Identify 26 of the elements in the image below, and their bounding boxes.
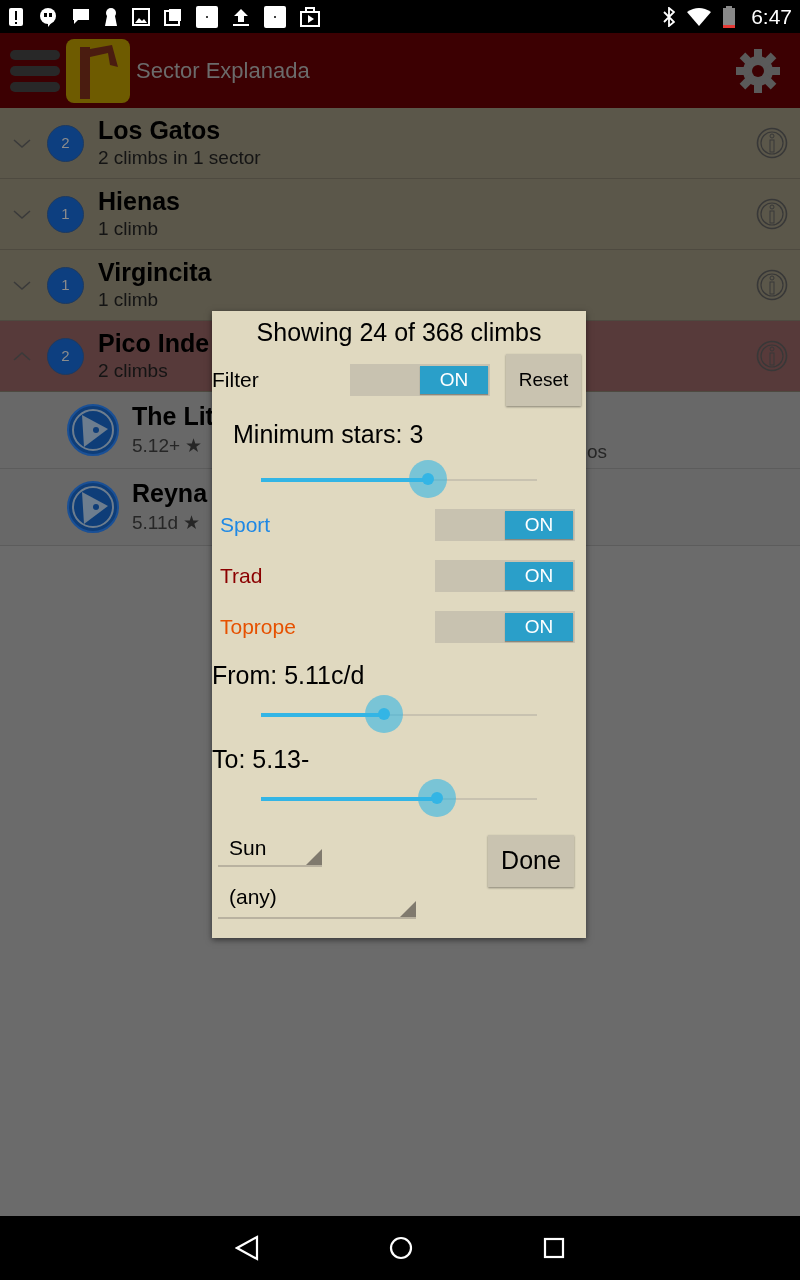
status-time: 6:47 bbox=[751, 3, 792, 30]
area-subtitle: 2 climbs in 1 sector bbox=[98, 146, 261, 170]
type-label: Trad bbox=[220, 563, 264, 590]
filter-label: Filter bbox=[212, 367, 260, 394]
type-label: Sport bbox=[220, 512, 272, 539]
app-title: Sector Explanada bbox=[136, 57, 311, 85]
climb-name: The Lit bbox=[132, 401, 214, 432]
area-name: Pico Inde bbox=[98, 328, 210, 358]
climb-meta-tail: os bbox=[587, 440, 608, 464]
count-badge: 2 bbox=[47, 124, 84, 162]
from-label: From: 5.11c/d bbox=[212, 659, 366, 691]
area-subtitle: 2 climbs bbox=[98, 359, 168, 383]
climb-meta: 5.11d ★ bbox=[132, 511, 202, 535]
count-badge: 1 bbox=[47, 195, 84, 233]
area-name: Virgincita bbox=[98, 257, 212, 287]
stars-label: Minimum stars: 3 bbox=[233, 419, 425, 450]
count-badge: 1 bbox=[47, 266, 84, 304]
area-name: Los Gatos bbox=[98, 115, 221, 145]
area-subtitle: 1 climb bbox=[98, 288, 159, 312]
type-label: Toprope bbox=[220, 614, 297, 641]
area-name: Hienas bbox=[98, 186, 180, 216]
area-subtitle: 1 climb bbox=[98, 217, 159, 241]
count-badge: 2 bbox=[47, 337, 84, 375]
climb-name: Reyna bbox=[132, 478, 208, 509]
to-label: To: 5.13- bbox=[212, 743, 311, 775]
climb-meta: 5.12+ ★ bbox=[132, 434, 204, 458]
